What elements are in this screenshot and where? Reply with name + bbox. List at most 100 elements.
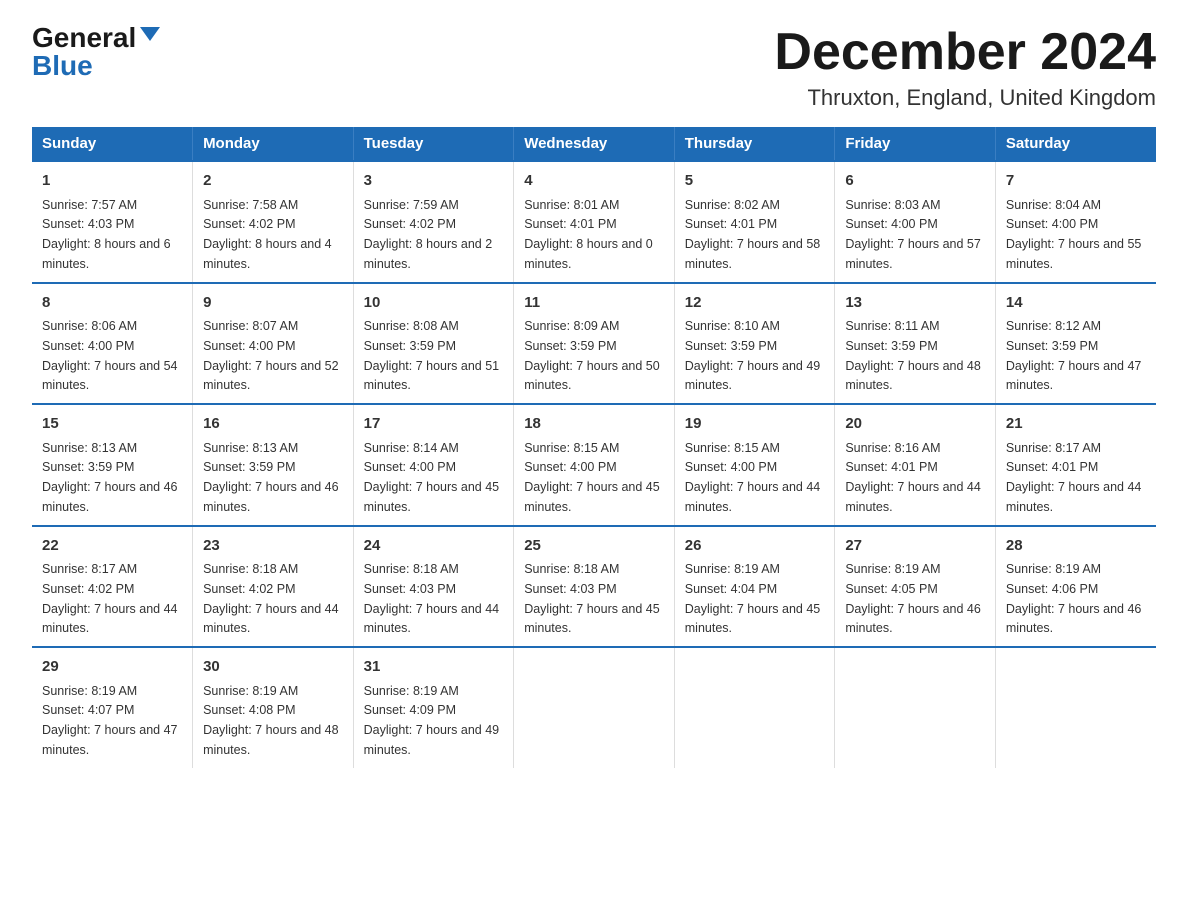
calendar-cell: 12Sunrise: 8:10 AMSunset: 3:59 PMDayligh…	[674, 283, 835, 405]
day-number: 10	[364, 292, 504, 315]
calendar-cell: 18Sunrise: 8:15 AMSunset: 4:00 PMDayligh…	[514, 404, 675, 526]
calendar-cell: 31 Sunrise: 8:19 AMSunset: 4:09 PMDayligh…	[353, 647, 514, 768]
day-number: 1	[42, 170, 182, 193]
day-number: 15	[42, 413, 182, 436]
day-info: Sunrise: 8:06 AMSunset: 4:00 PMDaylight:…	[42, 319, 178, 392]
day-info: Sunrise: 8:02 AMSunset: 4:01 PMDaylight:…	[685, 198, 821, 271]
day-info: Sunrise: 8:03 AMSunset: 4:00 PMDaylight:…	[845, 198, 981, 271]
calendar-cell: 21Sunrise: 8:17 AMSunset: 4:01 PMDayligh…	[995, 404, 1156, 526]
page-title: December 2024	[774, 24, 1156, 81]
day-number: 31	[364, 656, 504, 679]
day-info: Sunrise: 8:04 AMSunset: 4:00 PMDaylight:…	[1006, 198, 1142, 271]
col-header-tuesday: Tuesday	[353, 127, 514, 161]
day-number: 6	[845, 170, 985, 193]
day-info: Sunrise: 8:16 AMSunset: 4:01 PMDaylight:…	[845, 441, 981, 514]
title-block: December 2024 Thruxton, England, United …	[774, 24, 1156, 111]
day-info: Sunrise: 8:13 AMSunset: 3:59 PMDaylight:…	[42, 441, 178, 514]
logo: General Blue	[32, 24, 160, 80]
logo-blue-text: Blue	[32, 52, 93, 80]
day-number: 14	[1006, 292, 1146, 315]
day-info: Sunrise: 8:17 AMSunset: 4:01 PMDaylight:…	[1006, 441, 1142, 514]
calendar-cell: 4 Sunrise: 8:01 AMSunset: 4:01 PMDaylight…	[514, 161, 675, 283]
day-number: 8	[42, 292, 182, 315]
day-number: 23	[203, 535, 343, 558]
day-info: Sunrise: 8:19 AMSunset: 4:04 PMDaylight:…	[685, 562, 821, 635]
calendar-cell	[995, 647, 1156, 768]
day-info: Sunrise: 7:57 AMSunset: 4:03 PMDaylight:…	[42, 198, 171, 271]
calendar-cell: 26 Sunrise: 8:19 AMSunset: 4:04 PMDayligh…	[674, 526, 835, 648]
calendar-cell: 5 Sunrise: 8:02 AMSunset: 4:01 PMDaylight…	[674, 161, 835, 283]
calendar-cell: 25 Sunrise: 8:18 AMSunset: 4:03 PMDayligh…	[514, 526, 675, 648]
calendar-cell: 1 Sunrise: 7:57 AMSunset: 4:03 PMDaylight…	[32, 161, 193, 283]
day-number: 17	[364, 413, 504, 436]
day-info: Sunrise: 8:19 AMSunset: 4:06 PMDaylight:…	[1006, 562, 1142, 635]
day-info: Sunrise: 8:13 AMSunset: 3:59 PMDaylight:…	[203, 441, 339, 514]
day-number: 19	[685, 413, 825, 436]
col-header-wednesday: Wednesday	[514, 127, 675, 161]
day-number: 18	[524, 413, 664, 436]
day-info: Sunrise: 8:08 AMSunset: 3:59 PMDaylight:…	[364, 319, 500, 392]
day-info: Sunrise: 7:58 AMSunset: 4:02 PMDaylight:…	[203, 198, 332, 271]
calendar-cell: 14 Sunrise: 8:12 AMSunset: 3:59 PMDayligh…	[995, 283, 1156, 405]
calendar-cell	[514, 647, 675, 768]
calendar-week-row: 15 Sunrise: 8:13 AMSunset: 3:59 PMDayligh…	[32, 404, 1156, 526]
calendar-header-row: SundayMondayTuesdayWednesdayThursdayFrid…	[32, 127, 1156, 161]
day-info: Sunrise: 8:11 AMSunset: 3:59 PMDaylight:…	[845, 319, 981, 392]
calendar-cell: 17 Sunrise: 8:14 AMSunset: 4:00 PMDayligh…	[353, 404, 514, 526]
day-number: 22	[42, 535, 182, 558]
day-number: 3	[364, 170, 504, 193]
calendar-cell: 27 Sunrise: 8:19 AMSunset: 4:05 PMDayligh…	[835, 526, 996, 648]
calendar-cell: 24Sunrise: 8:18 AMSunset: 4:03 PMDayligh…	[353, 526, 514, 648]
day-info: Sunrise: 8:15 AMSunset: 4:00 PMDaylight:…	[685, 441, 821, 514]
day-number: 25	[524, 535, 664, 558]
day-info: Sunrise: 8:09 AMSunset: 3:59 PMDaylight:…	[524, 319, 660, 392]
day-info: Sunrise: 8:01 AMSunset: 4:01 PMDaylight:…	[524, 198, 653, 271]
day-info: Sunrise: 8:19 AMSunset: 4:09 PMDaylight:…	[364, 684, 500, 757]
day-number: 26	[685, 535, 825, 558]
calendar-cell: 7 Sunrise: 8:04 AMSunset: 4:00 PMDaylight…	[995, 161, 1156, 283]
day-number: 7	[1006, 170, 1146, 193]
calendar-week-row: 29 Sunrise: 8:19 AMSunset: 4:07 PMDayligh…	[32, 647, 1156, 768]
day-info: Sunrise: 8:19 AMSunset: 4:08 PMDaylight:…	[203, 684, 339, 757]
day-info: Sunrise: 8:12 AMSunset: 3:59 PMDaylight:…	[1006, 319, 1142, 392]
calendar-cell: 11Sunrise: 8:09 AMSunset: 3:59 PMDayligh…	[514, 283, 675, 405]
calendar-cell: 20 Sunrise: 8:16 AMSunset: 4:01 PMDayligh…	[835, 404, 996, 526]
day-number: 20	[845, 413, 985, 436]
day-info: Sunrise: 8:18 AMSunset: 4:03 PMDaylight:…	[524, 562, 660, 635]
calendar-cell: 6 Sunrise: 8:03 AMSunset: 4:00 PMDaylight…	[835, 161, 996, 283]
day-info: Sunrise: 8:14 AMSunset: 4:00 PMDaylight:…	[364, 441, 500, 514]
logo-general-text: General	[32, 24, 136, 52]
day-number: 5	[685, 170, 825, 193]
day-info: Sunrise: 8:19 AMSunset: 4:07 PMDaylight:…	[42, 684, 178, 757]
day-info: Sunrise: 8:17 AMSunset: 4:02 PMDaylight:…	[42, 562, 178, 635]
calendar-cell: 22 Sunrise: 8:17 AMSunset: 4:02 PMDayligh…	[32, 526, 193, 648]
day-number: 28	[1006, 535, 1146, 558]
col-header-saturday: Saturday	[995, 127, 1156, 161]
calendar-cell: 30 Sunrise: 8:19 AMSunset: 4:08 PMDayligh…	[193, 647, 354, 768]
day-number: 29	[42, 656, 182, 679]
logo-triangle-icon	[140, 27, 160, 41]
day-number: 9	[203, 292, 343, 315]
col-header-monday: Monday	[193, 127, 354, 161]
day-info: Sunrise: 8:18 AMSunset: 4:02 PMDaylight:…	[203, 562, 339, 635]
day-info: Sunrise: 8:07 AMSunset: 4:00 PMDaylight:…	[203, 319, 339, 392]
day-info: Sunrise: 8:10 AMSunset: 3:59 PMDaylight:…	[685, 319, 821, 392]
day-info: Sunrise: 8:19 AMSunset: 4:05 PMDaylight:…	[845, 562, 981, 635]
calendar-cell: 16 Sunrise: 8:13 AMSunset: 3:59 PMDayligh…	[193, 404, 354, 526]
calendar-cell: 10 Sunrise: 8:08 AMSunset: 3:59 PMDayligh…	[353, 283, 514, 405]
calendar-week-row: 22 Sunrise: 8:17 AMSunset: 4:02 PMDayligh…	[32, 526, 1156, 648]
day-number: 4	[524, 170, 664, 193]
calendar-cell: 19 Sunrise: 8:15 AMSunset: 4:00 PMDayligh…	[674, 404, 835, 526]
day-number: 30	[203, 656, 343, 679]
page-subtitle: Thruxton, England, United Kingdom	[774, 85, 1156, 111]
day-number: 16	[203, 413, 343, 436]
calendar-cell: 23 Sunrise: 8:18 AMSunset: 4:02 PMDayligh…	[193, 526, 354, 648]
col-header-sunday: Sunday	[32, 127, 193, 161]
day-number: 13	[845, 292, 985, 315]
calendar-cell: 3Sunrise: 7:59 AMSunset: 4:02 PMDaylight…	[353, 161, 514, 283]
day-number: 27	[845, 535, 985, 558]
day-number: 24	[364, 535, 504, 558]
calendar-week-row: 8 Sunrise: 8:06 AMSunset: 4:00 PMDaylight…	[32, 283, 1156, 405]
col-header-friday: Friday	[835, 127, 996, 161]
calendar-cell	[674, 647, 835, 768]
